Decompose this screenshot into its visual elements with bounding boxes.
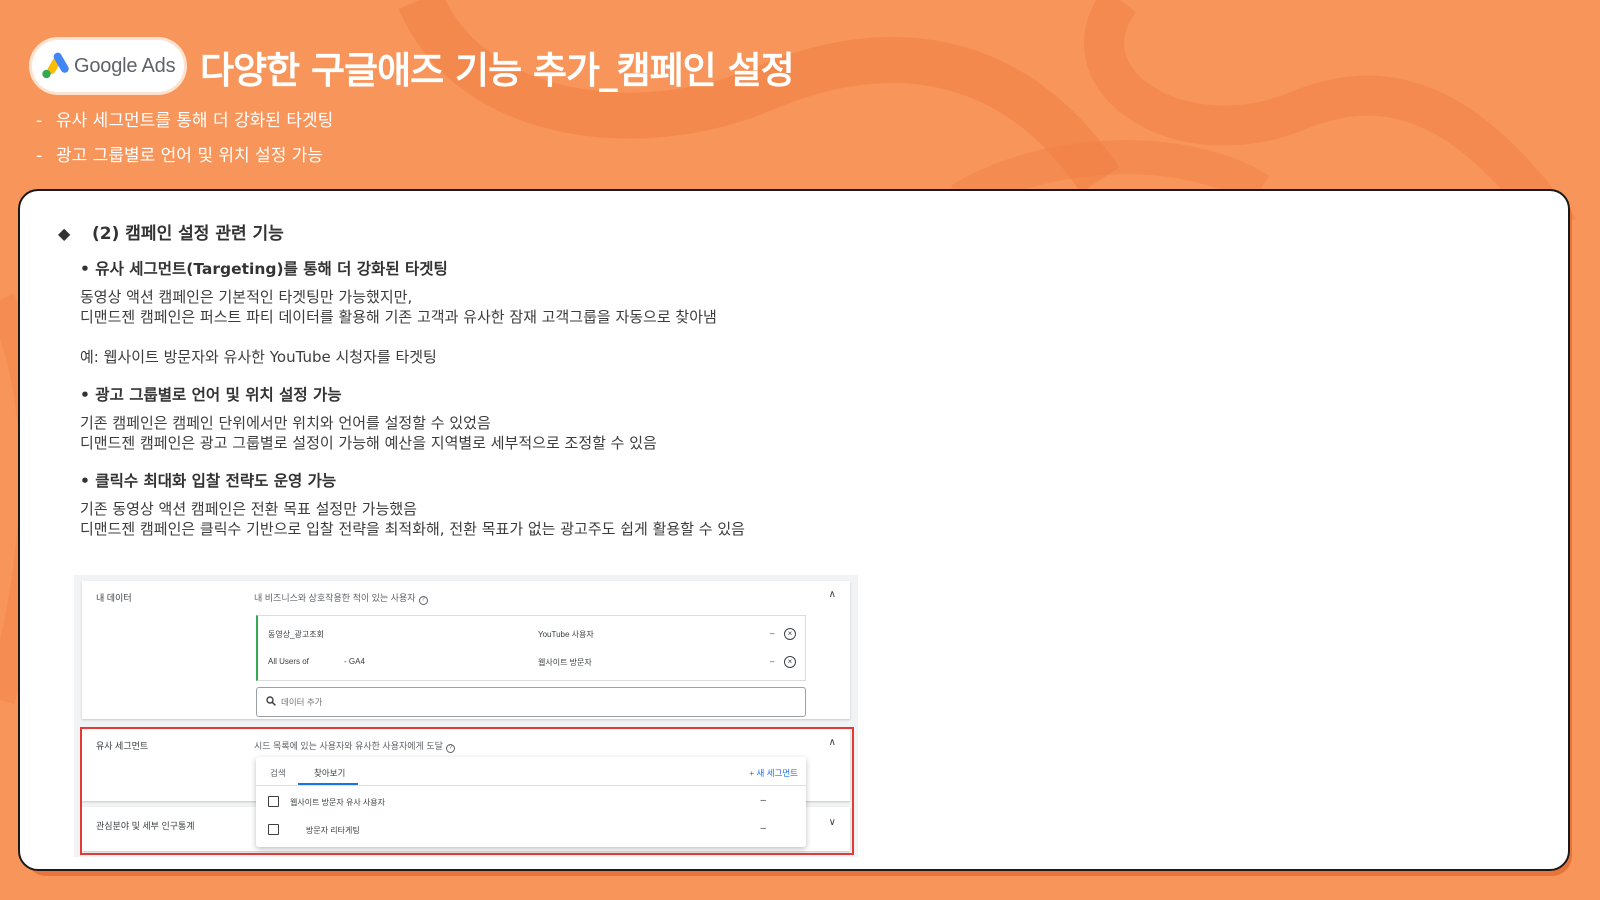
similar-segments-label: 유사 세그먼트 [96,741,149,751]
feature-example: 예: 웹사이트 방문자와 유사한 YouTube 시청자를 타겟팅 [80,348,437,366]
my-data-description: 내 비즈니스와 상호작용한 적이 있는 사용자? [254,591,428,605]
interests-label: 관심분야 및 세부 인구통계 [96,821,195,831]
my-data-panel: 내 데이터 내 비즈니스와 상호작용한 적이 있는 사용자? ∧ 동영상_광고조… [82,581,850,719]
help-icon[interactable]: ? [418,596,428,605]
feature-line: 기존 캠페인은 캠페인 단위에서만 위치와 언어를 설정할 수 있었음 [80,414,491,432]
divider [256,785,806,786]
google-ads-audience-screenshot: 내 데이터 내 비즈니스와 상호작용한 적이 있는 사용자? ∧ 동영상_광고조… [74,575,858,857]
page-title: 다양한 구글애즈 기능 추가_캠페인 설정 [200,49,795,92]
diamond-bullet-icon: ◆ [58,224,71,243]
feature-title: • 유사 세그먼트(Targeting)를 통해 더 강화된 타겟팅 [80,260,448,278]
google-ads-logo: Google Ads [32,40,184,92]
segment-option-label: 방문자 리타게팅 [306,826,360,835]
segment-option-dash: – [760,823,766,834]
new-segment-button[interactable]: + 새 세그먼트 [749,767,798,779]
data-row: All Users of - GA4 웹사이트 방문자 – × [268,652,802,672]
data-row-dash: – [770,629,775,638]
header-bullet: - 유사 세그먼트를 통해 더 강화된 타겟팅 [36,111,334,131]
feature-title: • 클릭수 최대화 입찰 전략도 운영 가능 [80,472,337,490]
selected-data-list: 동영상_광고조회 YouTube 사용자 – × All Users of - … [256,615,806,681]
section-heading-text: (2) 캠페인 설정 관련 기능 [92,224,284,244]
feature-line: 디맨드젠 캠페인은 퍼스트 파티 데이터를 활용해 기존 고객과 유사한 잠재 … [80,308,717,326]
add-data-search[interactable] [256,687,806,717]
data-row-name: 동영상_광고조회 [268,630,324,639]
feature-block: • 유사 세그먼트(Targeting)를 통해 더 강화된 타겟팅 동영상 액… [80,257,717,367]
feature-title: • 광고 그룹별로 언어 및 위치 설정 가능 [80,386,342,404]
collapse-chevron-icon[interactable]: ∧ [829,589,836,600]
logo-text: Google Ads [74,54,176,77]
data-row-suffix: - GA4 [344,657,365,666]
segment-option[interactable]: 웹사이트 방문자 유사 사용자 – [268,791,794,813]
segment-option[interactable]: 방문자 리타게팅 – [268,819,794,841]
header-bullet-text: 광고 그룹별로 언어 및 위치 설정 가능 [56,146,324,166]
data-row-type: YouTube 사용자 [538,630,594,639]
remove-circle-icon[interactable]: × [784,628,796,640]
data-row-type: 웹사이트 방문자 [538,658,592,667]
similar-segments-panel: 유사 세그먼트 시드 목록에 있는 사용자와 유사한 사용자에게 도달? ∧ 검… [82,729,850,847]
feature-line: 동영상 액션 캠페인은 기본적인 타겟팅만 가능했지만, [80,288,413,306]
similar-segments-description: 시드 목록에 있는 사용자와 유사한 사용자에게 도달? [254,739,455,753]
feature-block: • 클릭수 최대화 입찰 전략도 운영 가능 기존 동영상 액션 캠페인은 전환… [80,469,745,539]
similar-segments-description-text: 시드 목록에 있는 사용자와 유사한 사용자에게 도달 [254,741,443,751]
segment-option-dash: – [760,795,766,806]
header-bullet-list: - 유사 세그먼트를 통해 더 강화된 타겟팅 - 광고 그룹별로 언어 및 위치 … [36,104,333,174]
add-data-input[interactable] [281,694,781,710]
search-icon [266,696,276,706]
feature-line: 디맨드젠 캠페인은 클릭수 기반으로 입찰 전략을 최적화해, 전환 목표가 없… [80,520,745,538]
remove-circle-icon[interactable]: × [784,656,796,668]
collapse-chevron-icon[interactable]: ∧ [829,737,836,748]
segment-option-label: 웹사이트 방문자 유사 사용자 [290,798,385,807]
feature-line: 기존 동영상 액션 캠페인은 전환 목표 설정만 가능했음 [80,500,417,518]
my-data-label: 내 데이터 [96,593,132,603]
section-heading: ◆ (2) 캠페인 설정 관련 기능 [58,219,284,244]
checkbox[interactable] [268,824,279,835]
header-bullet-text: 유사 세그먼트를 통해 더 강화된 타겟팅 [56,111,334,131]
google-ads-icon [42,52,69,79]
content-card: ◆ (2) 캠페인 설정 관련 기능 • 유사 세그먼트(Targeting)를 … [18,189,1570,871]
header-bullet: - 광고 그룹별로 언어 및 위치 설정 가능 [36,146,324,166]
feature-line: 디맨드젠 캠페인은 광고 그룹별로 설정이 가능해 예산을 지역별로 세부적으로… [80,434,657,452]
expand-chevron-icon[interactable]: ∨ [829,817,836,828]
help-icon[interactable]: ? [445,744,455,753]
my-data-description-text: 내 비즈니스와 상호작용한 적이 있는 사용자 [254,593,416,603]
tab-search[interactable]: 검색 [270,767,286,779]
tab-browse[interactable]: 찾아보기 [314,767,345,779]
segment-dropdown: 검색 찾아보기 + 새 세그먼트 웹사이트 방문자 유사 사용자 – 방문자 리… [256,757,806,847]
feature-block: • 광고 그룹별로 언어 및 위치 설정 가능 기존 캠페인은 캠페인 단위에서… [80,383,657,453]
data-row-name: All Users of [268,657,309,666]
data-row: 동영상_광고조회 YouTube 사용자 – × [268,624,802,644]
data-row-dash: – [770,657,775,666]
checkbox[interactable] [268,796,279,807]
